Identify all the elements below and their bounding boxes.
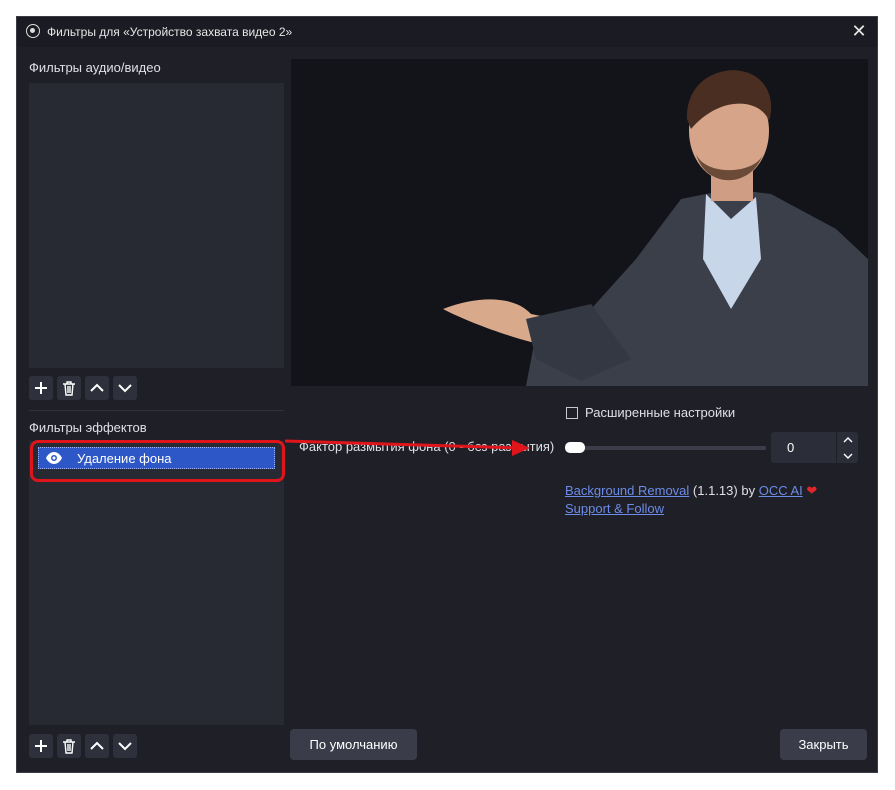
- plugin-version: (1.1.13) by: [692, 483, 756, 498]
- av-filters-toolbar: [29, 376, 137, 400]
- heart-icon: ❤: [806, 483, 818, 498]
- close-button[interactable]: Закрыть: [780, 729, 867, 760]
- video-preview: [291, 59, 868, 386]
- blur-factor-spinbox[interactable]: 0: [771, 432, 858, 463]
- remove-av-filter-button[interactable]: [57, 376, 81, 400]
- move-effect-filter-up-button[interactable]: [85, 734, 109, 758]
- trash-icon: [63, 738, 75, 754]
- av-filters-list[interactable]: [29, 83, 284, 368]
- plugin-name-link[interactable]: Background Removal: [565, 483, 689, 498]
- move-effect-filter-down-button[interactable]: [113, 734, 137, 758]
- chevron-down-icon: [843, 453, 852, 459]
- blur-factor-slider[interactable]: [565, 446, 766, 450]
- presenter-image: [443, 70, 868, 386]
- spin-up-button[interactable]: [837, 432, 858, 447]
- remove-effect-filter-button[interactable]: [57, 734, 81, 758]
- support-link[interactable]: Support & Follow: [565, 501, 664, 516]
- advanced-settings-row[interactable]: Расширенные настройки: [566, 405, 735, 420]
- spinbox-arrows: [836, 432, 858, 463]
- effect-filters-label: Фильтры эффектов: [29, 420, 147, 435]
- plus-icon: [35, 740, 47, 752]
- move-av-filter-down-button[interactable]: [113, 376, 137, 400]
- section-divider: [29, 410, 284, 411]
- annotation-highlight-box: [30, 440, 285, 482]
- advanced-settings-label: Расширенные настройки: [585, 405, 736, 420]
- add-effect-filter-button[interactable]: [29, 734, 53, 758]
- blur-factor-label: Фактор размытия фона (0 - без размытия): [299, 439, 555, 454]
- obs-logo-icon: [26, 24, 40, 38]
- add-av-filter-button[interactable]: [29, 376, 53, 400]
- filters-dialog: Фильтры для «Устройство захвата видео 2»…: [16, 16, 878, 773]
- author-link[interactable]: OCC AI: [759, 483, 803, 498]
- chevron-up-icon: [843, 436, 852, 442]
- title-bar: Фильтры для «Устройство захвата видео 2»…: [17, 17, 877, 47]
- effect-filters-toolbar: [29, 734, 137, 758]
- advanced-settings-checkbox[interactable]: [566, 406, 578, 419]
- effect-filters-list[interactable]: Удаление фона: [29, 441, 284, 725]
- chevron-down-icon: [118, 384, 132, 393]
- blur-factor-value[interactable]: 0: [787, 440, 794, 455]
- chevron-up-icon: [90, 741, 104, 750]
- defaults-button[interactable]: По умолчанию: [290, 729, 417, 760]
- trash-icon: [63, 380, 75, 396]
- spin-down-button[interactable]: [837, 448, 858, 463]
- av-filters-label: Фильтры аудио/видео: [29, 60, 161, 75]
- support-line: Support & Follow: [565, 501, 664, 516]
- plus-icon: [35, 382, 47, 394]
- blur-factor-slider-handle[interactable]: [565, 442, 585, 453]
- chevron-up-icon: [90, 383, 104, 392]
- close-window-icon[interactable]: ✕: [849, 21, 869, 41]
- window-title: Фильтры для «Устройство захвата видео 2»: [47, 25, 293, 39]
- chevron-down-icon: [118, 742, 132, 751]
- plugin-info-line: Background Removal (1.1.13) by OCC AI ❤: [565, 483, 817, 499]
- move-av-filter-up-button[interactable]: [85, 376, 109, 400]
